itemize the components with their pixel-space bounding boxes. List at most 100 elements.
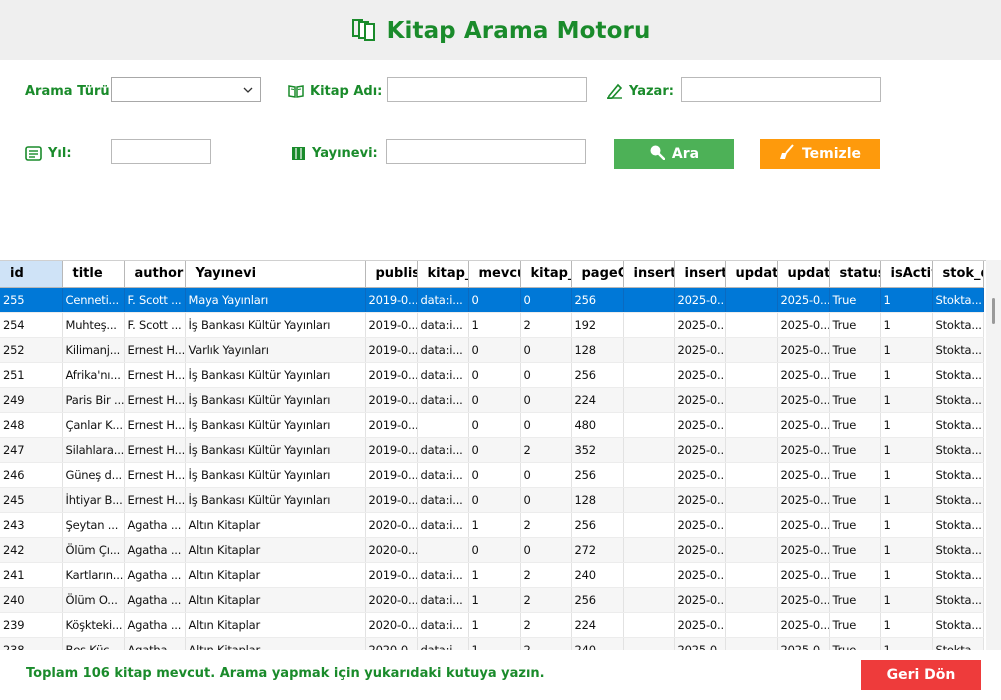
table-cell[interactable]: 2025-0... (674, 587, 726, 613)
table-cell[interactable]: 255 (0, 287, 63, 313)
table-cell[interactable]: 246 (0, 462, 63, 488)
table-cell[interactable] (623, 487, 675, 513)
table-cell[interactable]: 2025-0... (674, 537, 726, 563)
column-header[interactable]: id (0, 261, 63, 288)
table-cell[interactable]: 243 (0, 512, 63, 538)
table-cell[interactable]: 2025-0... (777, 287, 830, 313)
table-cell[interactable]: Çanlar K... (62, 412, 125, 438)
table-cell[interactable]: 2025-0... (674, 487, 726, 513)
table-cell[interactable]: 2019-0... (365, 287, 418, 313)
vertical-scrollbar[interactable] (986, 260, 1001, 650)
table-row[interactable]: 248 Çanlar K... Ernest H... İş Bankası Kült… (0, 412, 984, 438)
table-cell[interactable]: 1 (880, 287, 933, 313)
table-cell[interactable]: 2020-0... (365, 537, 418, 563)
table-cell[interactable]: 128 (571, 487, 624, 513)
table-row[interactable]: 238 Bes Küç... Agatha ... Altın Kitaplar 202… (0, 637, 984, 650)
table-cell[interactable]: 2019-0... (365, 412, 418, 438)
table-cell[interactable]: Cenneti... (62, 287, 125, 313)
table-cell[interactable]: Agatha ... (124, 637, 186, 650)
books-table[interactable]: idtitleauthorYayınevipublishkitap_mevcuk… (0, 260, 1001, 650)
table-cell[interactable]: 2025-0... (674, 312, 726, 338)
table-cell[interactable]: Altın Kitaplar (185, 637, 366, 650)
table-cell[interactable] (623, 512, 675, 538)
table-cell[interactable]: Altın Kitaplar (185, 512, 366, 538)
table-cell[interactable] (725, 412, 778, 438)
table-cell[interactable] (417, 412, 469, 438)
table-cell[interactable]: Bes Küç... (62, 637, 125, 650)
table-cell[interactable] (725, 337, 778, 363)
table-cell[interactable]: 2025-0... (674, 512, 726, 538)
table-cell[interactable]: True (829, 587, 881, 613)
table-cell[interactable]: Stokta... (932, 537, 984, 563)
table-cell[interactable]: Stokta... (932, 587, 984, 613)
table-cell[interactable] (725, 362, 778, 388)
table-cell[interactable]: Şeytan ... (62, 512, 125, 538)
table-cell[interactable]: Agatha ... (124, 587, 186, 613)
table-cell[interactable]: 2025-0... (674, 562, 726, 588)
table-row[interactable]: 252 Kilimanj... Ernest H... Varlık Yayınlar… (0, 337, 984, 363)
table-cell[interactable]: İş Bankası Kültür Yayınları (185, 387, 366, 413)
table-cell[interactable]: Varlık Yayınları (185, 337, 366, 363)
table-cell[interactable]: Afrika'nı... (62, 362, 125, 388)
table-cell[interactable]: 247 (0, 437, 63, 463)
table-cell[interactable]: 1 (468, 587, 521, 613)
table-cell[interactable]: Stokta... (932, 462, 984, 488)
table-cell[interactable]: 2025-0... (674, 637, 726, 650)
table-cell[interactable]: 2025-0... (777, 412, 830, 438)
table-cell[interactable]: 1 (880, 387, 933, 413)
table-cell[interactable]: 1 (880, 487, 933, 513)
table-cell[interactable]: 251 (0, 362, 63, 388)
table-row[interactable]: 243 Şeytan ... Agatha ... Altın Kitaplar 202… (0, 512, 984, 538)
table-row[interactable]: 247 Silahlara... Ernest H... İş Bankası Kül… (0, 437, 984, 463)
table-cell[interactable]: 2020-0... (365, 512, 418, 538)
table-cell[interactable] (623, 337, 675, 363)
table-cell[interactable] (623, 287, 675, 313)
table-row[interactable]: 239 Köşkteki... Agatha ... Altın Kitaplar 20… (0, 612, 984, 638)
table-cell[interactable] (725, 287, 778, 313)
table-cell[interactable]: 1 (880, 537, 933, 563)
table-cell[interactable]: 256 (571, 287, 624, 313)
table-cell[interactable]: 2025-0... (674, 462, 726, 488)
table-cell[interactable]: 0 (468, 337, 521, 363)
table-cell[interactable]: data:i... (417, 512, 469, 538)
table-cell[interactable]: 1 (468, 612, 521, 638)
table-cell[interactable]: Stokta... (932, 387, 984, 413)
table-cell[interactable] (725, 587, 778, 613)
table-cell[interactable]: 1 (880, 462, 933, 488)
table-cell[interactable]: Kilimanj... (62, 337, 125, 363)
scrollbar-thumb[interactable] (992, 298, 995, 324)
table-cell[interactable]: True (829, 637, 881, 650)
table-cell[interactable]: Stokta... (932, 562, 984, 588)
table-cell[interactable]: data:i... (417, 462, 469, 488)
table-cell[interactable]: 0 (520, 537, 572, 563)
table-cell[interactable]: 240 (0, 587, 63, 613)
table-cell[interactable]: 224 (571, 387, 624, 413)
table-cell[interactable]: 2025-0... (674, 362, 726, 388)
table-cell[interactable]: 2 (520, 612, 572, 638)
table-cell[interactable]: 0 (520, 487, 572, 513)
table-cell[interactable]: 1 (880, 587, 933, 613)
table-cell[interactable]: Ernest H... (124, 337, 186, 363)
table-cell[interactable]: 2025-0... (674, 612, 726, 638)
table-cell[interactable]: 249 (0, 387, 63, 413)
table-cell[interactable]: 2020-0... (365, 612, 418, 638)
table-cell[interactable]: Ölüm Çı... (62, 537, 125, 563)
table-cell[interactable] (725, 437, 778, 463)
table-cell[interactable]: Ernest H... (124, 437, 186, 463)
table-cell[interactable]: Stokta... (932, 362, 984, 388)
table-cell[interactable]: 254 (0, 312, 63, 338)
table-cell[interactable]: İş Bankası Kültür Yayınları (185, 437, 366, 463)
column-header[interactable]: isActiv (880, 261, 933, 288)
table-cell[interactable]: True (829, 312, 881, 338)
column-header[interactable]: insert_ (623, 261, 675, 288)
table-cell[interactable]: data:i... (417, 362, 469, 388)
table-cell[interactable]: 1 (880, 362, 933, 388)
table-cell[interactable] (623, 412, 675, 438)
table-cell[interactable]: 2025-0... (777, 462, 830, 488)
column-header[interactable]: status (829, 261, 881, 288)
back-button[interactable]: Geri Dön (861, 660, 981, 690)
table-cell[interactable]: 242 (0, 537, 63, 563)
table-cell[interactable]: 240 (571, 637, 624, 650)
table-cell[interactable]: data:i... (417, 562, 469, 588)
table-cell[interactable]: 2025-0... (674, 437, 726, 463)
